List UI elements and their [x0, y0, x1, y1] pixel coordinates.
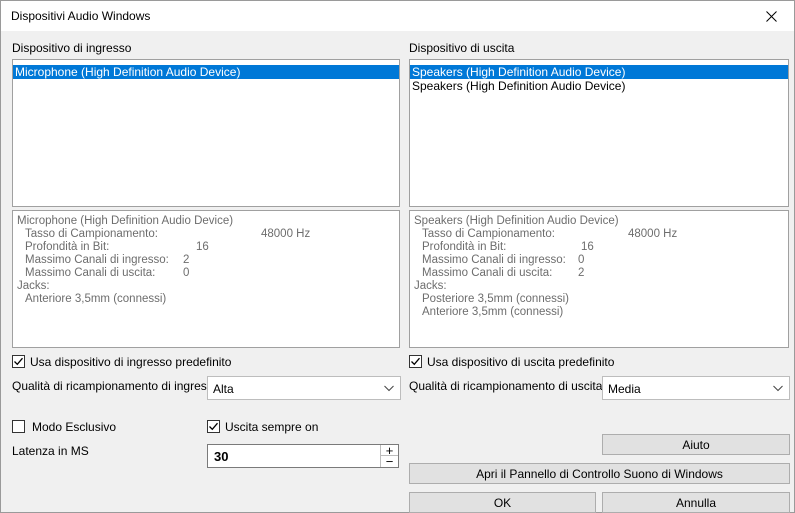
output-info-max-in-value: 0 — [578, 254, 585, 266]
open-sound-control-panel-button[interactable]: Apri il Pannello di Controllo Suono di W… — [409, 463, 790, 484]
chevron-down-icon — [773, 385, 783, 392]
input-default-label: Usa dispositivo di ingresso predefinito — [30, 355, 232, 369]
output-info-jack-2: Anteriore 3,5mm (connessi) — [422, 306, 564, 318]
input-quality-value: Alta — [213, 382, 234, 396]
latency-value: 30 — [214, 449, 229, 464]
latency-label: Latenza in MS — [12, 444, 89, 458]
checkmark-icon — [14, 357, 23, 366]
exclusive-mode-checkbox[interactable] — [12, 420, 25, 433]
input-device-list[interactable]: Microphone (High Definition Audio Device… — [12, 59, 400, 207]
close-icon — [765, 10, 777, 22]
input-default-checkbox[interactable] — [12, 355, 25, 368]
output-device-info: Speakers (High Definition Audio Device) … — [409, 210, 789, 348]
input-info-max-in-label: Massimo Canali di ingresso: — [25, 254, 169, 266]
decrement-icon[interactable]: − — [381, 455, 398, 468]
output-always-on-label: Uscita sempre on — [225, 420, 319, 434]
output-device-item[interactable]: Speakers (High Definition Audio Device) — [410, 65, 788, 79]
input-info-device: Microphone (High Definition Audio Device… — [17, 215, 234, 227]
output-default-label: Usa dispositivo di uscita predefinito — [427, 355, 615, 369]
output-info-jacks-label: Jacks: — [414, 280, 447, 292]
output-default-checkbox[interactable] — [409, 355, 422, 368]
output-info-jack-1: Posteriore 3,5mm (connessi) — [422, 293, 569, 305]
cancel-button[interactable]: Annulla — [602, 492, 790, 513]
ok-button[interactable]: OK — [409, 492, 596, 513]
title-bar: Dispositivi Audio Windows — [1, 1, 794, 31]
input-info-max-in-value: 2 — [183, 254, 190, 266]
input-info-jacks-label: Jacks: — [17, 280, 50, 292]
input-info-bit-depth-value: 16 — [196, 241, 209, 253]
output-info-max-in-label: Massimo Canali di ingresso: — [422, 254, 566, 266]
output-info-sample-rate-value: 48000 Hz — [628, 228, 678, 240]
input-device-info: Microphone (High Definition Audio Device… — [12, 210, 400, 348]
output-quality-label: Qualità di ricampionamento di uscita — [409, 379, 603, 393]
checkmark-icon — [209, 422, 218, 431]
close-button[interactable] — [748, 1, 794, 31]
input-info-max-out-label: Massimo Canali di uscita: — [25, 267, 156, 279]
output-quality-select[interactable]: Media — [602, 376, 790, 400]
output-device-list[interactable]: Speakers (High Definition Audio Device) … — [409, 59, 789, 207]
latency-stepper[interactable]: 30 + − — [207, 444, 399, 468]
input-quality-select[interactable]: Alta — [207, 376, 401, 400]
output-info-bit-depth-value: 16 — [581, 241, 594, 253]
input-info-max-out-value: 0 — [183, 267, 190, 279]
checkmark-icon — [411, 357, 420, 366]
output-info-bit-depth-label: Profondità in Bit: — [422, 241, 507, 253]
window-title: Dispositivi Audio Windows — [11, 9, 151, 23]
latency-spin-buttons: + − — [380, 444, 398, 468]
output-info-max-out-label: Massimo Canali di uscita: — [422, 267, 553, 279]
chevron-down-icon — [384, 385, 394, 392]
input-info-sample-rate-value: 48000 Hz — [261, 228, 311, 240]
input-info-bit-depth-label: Profondità in Bit: — [25, 241, 110, 253]
help-button[interactable]: Aiuto — [602, 434, 790, 455]
output-info-device: Speakers (High Definition Audio Device) — [414, 215, 619, 227]
input-device-header: Dispositivo di ingresso — [12, 41, 132, 55]
output-quality-value: Media — [608, 382, 641, 396]
output-info-sample-rate-label: Tasso di Campionamento: — [422, 228, 555, 240]
input-quality-label: Qualità di ricampionamento di ingres — [12, 379, 207, 393]
output-info-max-out-value: 2 — [578, 267, 585, 279]
input-info-sample-rate-label: Tasso di Campionamento: — [25, 228, 158, 240]
audio-devices-dialog: Dispositivi Audio Windows Dispositivo di… — [0, 0, 795, 513]
output-device-item[interactable]: Speakers (High Definition Audio Device) — [410, 79, 788, 93]
input-info-jack-1: Anteriore 3,5mm (connessi) — [25, 293, 167, 305]
output-always-on-checkbox[interactable] — [207, 420, 220, 433]
output-device-header: Dispositivo di uscita — [409, 41, 515, 55]
input-device-item[interactable]: Microphone (High Definition Audio Device… — [13, 65, 399, 79]
exclusive-mode-label: Modo Esclusivo — [32, 420, 117, 434]
